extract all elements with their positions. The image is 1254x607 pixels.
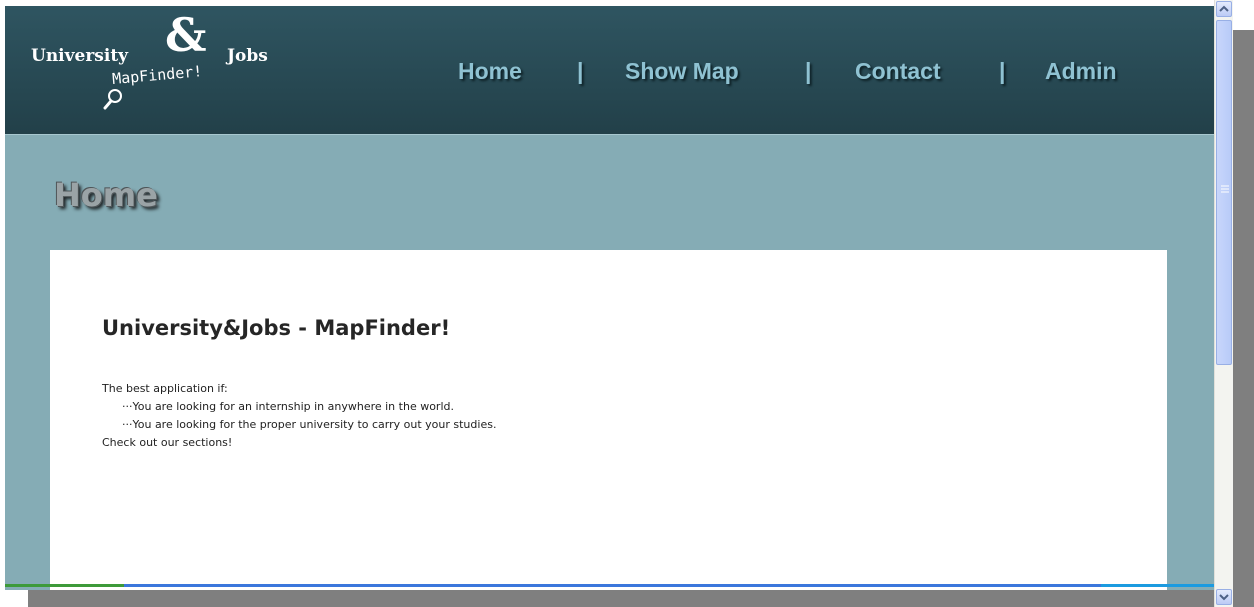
nav-separator: |	[577, 58, 584, 84]
chevron-down-icon	[1219, 594, 1229, 601]
list-item: ···You are looking for the proper univer…	[122, 418, 497, 431]
taskbar-tray-strip	[1101, 584, 1214, 587]
nav-separator: |	[805, 58, 812, 84]
outro-text: Check out our sections!	[102, 436, 233, 449]
logo-subtitle: MapFinder!	[111, 62, 203, 88]
content-heading: University&Jobs - MapFinder!	[102, 316, 451, 340]
list-item: ···You are looking for an internship in …	[122, 400, 454, 413]
content-panel: University&Jobs - MapFinder! The best ap…	[50, 250, 1167, 590]
nav-admin-link[interactable]: Admin	[1045, 58, 1117, 85]
grip-icon	[1221, 185, 1229, 193]
logo-word-jobs: Jobs	[227, 46, 268, 66]
logo-ampersand: &	[165, 8, 207, 62]
page-title: Home	[54, 176, 158, 214]
scroll-thumb[interactable]	[1216, 20, 1232, 365]
scroll-up-button[interactable]	[1216, 1, 1232, 17]
nav-contact-link[interactable]: Contact	[855, 58, 941, 85]
content-body: The best application if: ···You are look…	[102, 380, 496, 452]
browser-viewport: University & Jobs MapFinder! Home | Show…	[5, 6, 1214, 590]
vertical-scrollbar[interactable]	[1214, 0, 1233, 607]
nav-separator: |	[999, 58, 1006, 84]
site-header: University & Jobs MapFinder! Home | Show…	[5, 6, 1214, 135]
logo-word-university: University	[31, 46, 129, 66]
scroll-down-button[interactable]	[1216, 589, 1232, 605]
taskbar-start-strip	[5, 584, 124, 587]
nav-home-link[interactable]: Home	[458, 58, 522, 85]
intro-text: The best application if:	[102, 382, 228, 395]
magnifier-icon	[103, 89, 122, 110]
chevron-up-icon	[1219, 5, 1229, 12]
taskbar-strip	[5, 584, 1214, 587]
nav-show-map-link[interactable]: Show Map	[625, 58, 739, 85]
